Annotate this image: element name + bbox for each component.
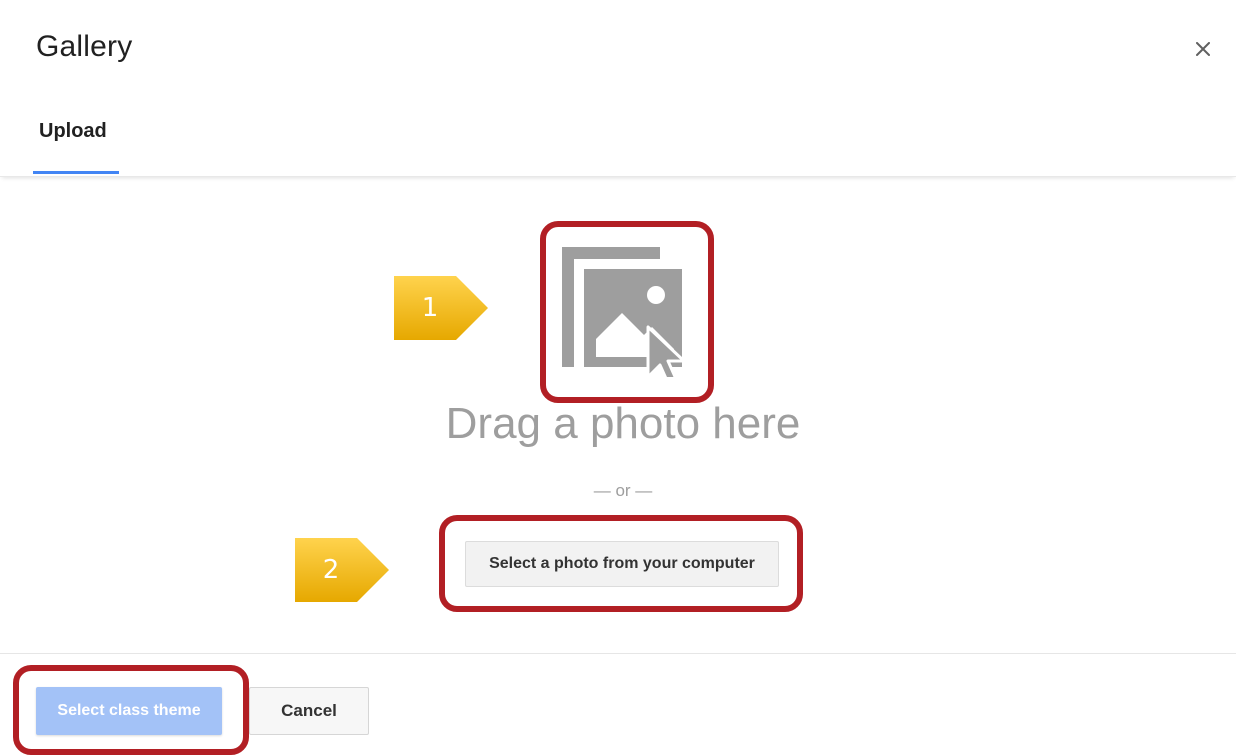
gallery-dialog: Gallery Upload Drag a photo here — or — … (0, 0, 1236, 755)
drag-photo-text: Drag a photo here (445, 399, 801, 448)
or-divider-text: — or — (593, 481, 653, 500)
select-photo-button[interactable]: Select a photo from your computer (465, 541, 779, 587)
select-class-theme-button[interactable]: Select class theme (36, 687, 222, 735)
cancel-button[interactable]: Cancel (249, 687, 369, 735)
dialog-title: Gallery (36, 30, 133, 63)
photo-drop-zone[interactable]: Drag a photo here — or — Select a photo … (0, 177, 1236, 652)
tab-upload-label: Upload (39, 120, 107, 142)
footer-divider (0, 653, 1236, 654)
callout-step-2: 2 (293, 534, 393, 606)
photo-gallery-icon (562, 247, 686, 377)
close-glyph (1196, 42, 1210, 56)
active-tab-indicator (33, 171, 119, 174)
close-icon[interactable] (1190, 36, 1216, 62)
callout-step-1-number: 1 (421, 293, 439, 323)
callout-step-1: 1 (392, 272, 492, 344)
callout-step-2-number: 2 (322, 555, 340, 585)
tab-upload[interactable]: Upload (33, 96, 119, 174)
tab-bar: Upload (0, 96, 1236, 177)
